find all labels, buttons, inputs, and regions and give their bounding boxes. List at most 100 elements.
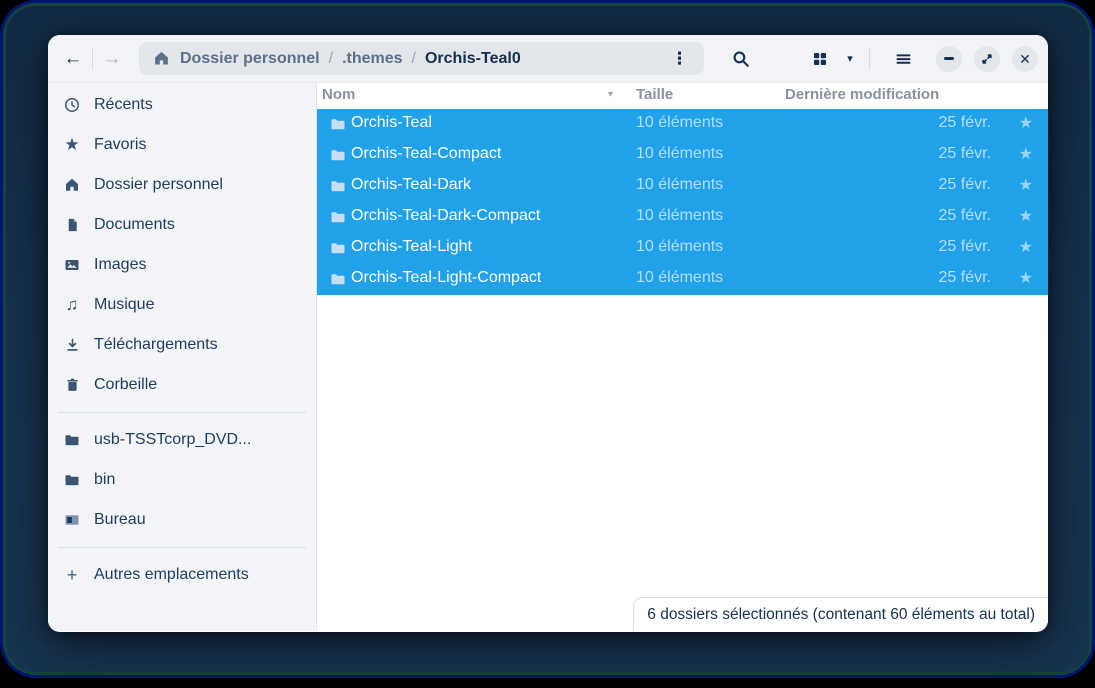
star-icon[interactable]: ★ xyxy=(1019,113,1033,133)
folder-icon xyxy=(330,209,346,225)
grid-view-icon xyxy=(812,51,828,67)
sidebar-item-label: Téléchargements xyxy=(94,336,218,354)
minimize-icon xyxy=(944,57,954,60)
plus-icon: + xyxy=(63,566,81,584)
sidebar-item-label: usb-TSSTcorp_DVD... xyxy=(94,431,251,449)
music-icon: ♫ xyxy=(63,296,81,314)
folder-icon xyxy=(63,471,81,489)
sidebar-divider xyxy=(58,412,306,413)
file-size: 10 éléments xyxy=(636,176,723,194)
sidebar-item-label: Documents xyxy=(94,216,175,234)
sidebar-item-label: Favoris xyxy=(94,136,146,154)
column-header-modification[interactable]: Dernière modification xyxy=(785,86,939,103)
sidebar-item-documents[interactable]: Documents xyxy=(48,205,316,245)
sidebar-item-label: Images xyxy=(94,256,146,274)
expand-icon xyxy=(980,52,994,66)
star-icon: ★ xyxy=(63,136,81,154)
sidebar-item-favoris[interactable]: ★ Favoris xyxy=(48,125,316,165)
desktop-icon xyxy=(63,511,81,529)
sidebar-item-bureau[interactable]: Bureau xyxy=(48,500,316,540)
file-size: 10 éléments xyxy=(636,269,723,287)
star-icon[interactable]: ★ xyxy=(1019,175,1033,195)
minimize-button[interactable] xyxy=(936,46,962,72)
table-row[interactable]: Orchis-Teal-Light 10 éléments 25 févr. ★ xyxy=(317,233,1048,264)
chevron-down-icon: ▾ xyxy=(847,52,853,65)
maximize-button[interactable] xyxy=(974,46,1000,72)
file-size: 10 éléments xyxy=(636,207,723,225)
folder-icon xyxy=(330,147,346,163)
sidebar-item-musique[interactable]: ♫ Musique xyxy=(48,285,316,325)
file-size: 10 éléments xyxy=(636,238,723,256)
sidebar-item-recents[interactable]: Récents xyxy=(48,85,316,125)
image-icon xyxy=(63,256,81,274)
file-date: 25 févr. xyxy=(939,114,991,132)
sidebar-item-bin[interactable]: bin xyxy=(48,460,316,500)
star-icon[interactable]: ★ xyxy=(1019,206,1033,226)
home-icon xyxy=(63,176,81,194)
selection-status-text: 6 dossiers sélectionnés (contenant 60 él… xyxy=(647,606,1035,624)
sidebar-item-telechargements[interactable]: Téléchargements xyxy=(48,325,316,365)
clock-icon xyxy=(63,96,81,114)
sidebar: Récents ★ Favoris Dossier personnel xyxy=(48,83,317,631)
table-row[interactable]: Orchis-Teal 10 éléments 25 févr. ★ xyxy=(317,109,1048,140)
sidebar-item-images[interactable]: Images xyxy=(48,245,316,285)
folder-icon xyxy=(330,271,346,287)
sidebar-item-label: Musique xyxy=(94,296,154,314)
breadcrumb-segment-current[interactable]: Orchis-Teal0 xyxy=(425,50,521,68)
forward-button[interactable]: → xyxy=(99,44,125,74)
file-list-pane: Nom ▾ Taille Dernière modification Orchi… xyxy=(317,83,1048,631)
file-size: 10 éléments xyxy=(636,114,723,132)
sidebar-item-label: Corbeille xyxy=(94,376,157,394)
home-icon xyxy=(153,50,170,67)
view-options-dropdown[interactable]: ▾ xyxy=(839,43,861,75)
column-header-nom[interactable]: Nom xyxy=(322,86,355,103)
sidebar-item-label: Autres emplacements xyxy=(94,566,249,584)
sidebar-divider xyxy=(58,547,306,548)
sidebar-item-autres-emplacements[interactable]: + Autres emplacements xyxy=(48,555,316,595)
forward-arrow-icon: → xyxy=(103,48,122,70)
table-row[interactable]: Orchis-Teal-Dark-Compact 10 éléments 25 … xyxy=(317,202,1048,233)
breadcrumb-separator: / xyxy=(412,50,416,68)
sidebar-item-corbeille[interactable]: Corbeille xyxy=(48,365,316,405)
table-row[interactable]: Orchis-Teal-Compact 10 éléments 25 févr.… xyxy=(317,140,1048,171)
file-date: 25 févr. xyxy=(939,176,991,194)
file-size: 10 éléments xyxy=(636,145,723,163)
breadcrumb-segment-home[interactable]: Dossier personnel xyxy=(180,50,320,68)
sidebar-item-usb-drive[interactable]: usb-TSSTcorp_DVD... xyxy=(48,420,316,460)
breadcrumb-segment-themes[interactable]: .themes xyxy=(342,50,402,68)
sidebar-item-label: Bureau xyxy=(94,511,146,529)
back-arrow-icon: ← xyxy=(64,48,83,70)
column-header-taille[interactable]: Taille xyxy=(636,86,673,103)
search-icon xyxy=(732,50,750,68)
download-icon xyxy=(63,336,81,354)
folder-icon xyxy=(330,116,346,132)
file-date: 25 févr. xyxy=(939,145,991,163)
close-button[interactable]: ✕ xyxy=(1012,46,1038,72)
file-date: 25 févr. xyxy=(939,238,991,256)
close-icon: ✕ xyxy=(1019,52,1031,66)
sort-caret-icon: ▾ xyxy=(608,89,613,100)
sidebar-item-dossier-personnel[interactable]: Dossier personnel xyxy=(48,165,316,205)
table-row[interactable]: Orchis-Teal-Dark 10 éléments 25 févr. ★ xyxy=(317,171,1048,202)
file-name: Orchis-Teal xyxy=(351,114,432,132)
sidebar-item-label: Récents xyxy=(94,96,153,114)
star-icon[interactable]: ★ xyxy=(1019,268,1033,288)
table-row[interactable]: Orchis-Teal-Light-Compact 10 éléments 25… xyxy=(317,264,1048,295)
file-name: Orchis-Teal-Dark-Compact xyxy=(351,207,540,225)
divider xyxy=(92,48,93,70)
view-grid-button[interactable] xyxy=(805,43,835,75)
window-body: Récents ★ Favoris Dossier personnel xyxy=(48,83,1048,631)
search-button[interactable] xyxy=(724,43,758,75)
divider xyxy=(869,48,870,70)
back-button[interactable]: ← xyxy=(60,44,86,74)
screenshot-stage: ← → Dossier personnel / .themes / Orchis… xyxy=(0,0,1095,688)
file-name: Orchis-Teal-Compact xyxy=(351,145,501,163)
file-name: Orchis-Teal-Dark xyxy=(351,176,471,194)
main-menu-button[interactable] xyxy=(888,43,918,75)
file-name: Orchis-Teal-Light xyxy=(351,238,472,256)
file-name: Orchis-Teal-Light-Compact xyxy=(351,269,541,287)
path-menu-button[interactable]: ⋮ xyxy=(667,48,692,69)
status-bar: 6 dossiers sélectionnés (contenant 60 él… xyxy=(633,597,1048,631)
star-icon[interactable]: ★ xyxy=(1019,144,1033,164)
star-icon[interactable]: ★ xyxy=(1019,237,1033,257)
